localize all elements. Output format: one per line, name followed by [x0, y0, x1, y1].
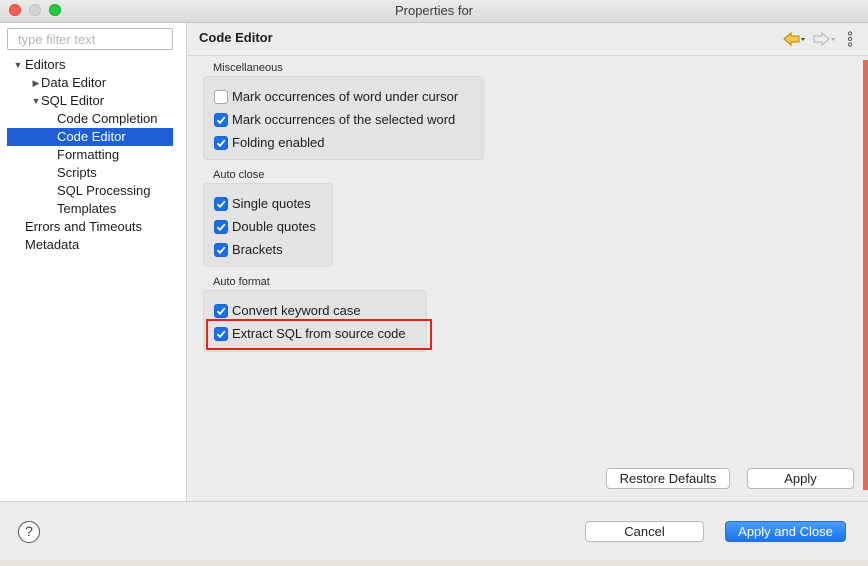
group-label-miscellaneous: Miscellaneous [213, 62, 283, 74]
back-button[interactable] [782, 30, 806, 48]
tree-item-metadata[interactable]: Metadata [7, 236, 173, 254]
tree-item-sql-processing[interactable]: SQL Processing [7, 182, 173, 200]
checkbox-label: Mark occurrences of the selected word [232, 112, 456, 127]
tree-item-label: Templates [57, 201, 117, 216]
apply-button[interactable]: Apply [747, 468, 854, 489]
header-divider [187, 55, 868, 56]
filter-input[interactable] [7, 28, 173, 50]
view-menu-icon [847, 31, 853, 47]
tree-item-code-editor[interactable]: Code Editor [7, 128, 173, 146]
tree-item-label: Code Editor [57, 129, 126, 144]
checkbox-checked-icon[interactable] [214, 220, 228, 234]
view-menu-button[interactable] [845, 30, 855, 48]
tree-item-label: Data Editor [41, 75, 107, 90]
tree-item-label: SQL Editor [41, 93, 105, 108]
background-window-bottom [0, 560, 868, 566]
dropdown-icon [831, 38, 835, 41]
tree-item-templates[interactable]: Templates [7, 200, 173, 218]
background-window-edge [863, 60, 868, 490]
checkbox-checked-icon[interactable] [214, 243, 228, 257]
expand-triangle-icon[interactable]: ▼ [13, 56, 23, 74]
collapse-triangle-icon[interactable]: ▶ [31, 74, 41, 92]
cancel-button[interactable]: Cancel [585, 521, 704, 542]
group-label-auto-format: Auto format [213, 276, 270, 288]
help-icon[interactable]: ? [18, 521, 40, 543]
checkbox-checked-icon[interactable] [214, 113, 228, 127]
checkbox-checked-icon[interactable] [214, 136, 228, 150]
tree-item-label: Code Completion [57, 111, 158, 126]
tree-item-code-completion[interactable]: Code Completion [7, 110, 173, 128]
tree-item-sql-editor[interactable]: ▼ SQL Editor [7, 92, 173, 110]
checkbox-label: Single quotes [232, 196, 311, 211]
checkbox-checked-icon[interactable] [214, 304, 228, 318]
page-title: Code Editor [199, 30, 273, 45]
expand-triangle-icon[interactable]: ▼ [31, 92, 41, 110]
preferences-tree-pane: ▼ Editors ▶ Data Editor ▼ SQL Editor Cod… [0, 23, 187, 501]
checkbox-label: Convert keyword case [232, 303, 361, 318]
apply-and-close-button[interactable]: Apply and Close [725, 521, 846, 542]
footer-divider [0, 501, 868, 502]
tree-item-errors-timeouts[interactable]: Errors and Timeouts [7, 218, 173, 236]
group-label-auto-close: Auto close [213, 169, 265, 181]
checkbox-label: Folding enabled [232, 135, 325, 150]
title-bar: Properties for [0, 0, 868, 23]
window-title: Properties for [394, 3, 474, 18]
tree-item-label: Editors [25, 57, 66, 72]
forward-button[interactable] [812, 30, 836, 48]
dropdown-icon [801, 38, 805, 41]
tree-item-label: Formatting [57, 147, 120, 162]
forward-arrow-icon [813, 31, 835, 47]
checkbox-label: Brackets [232, 242, 283, 257]
back-arrow-icon [783, 31, 805, 47]
checkbox-label: Mark occurrences of word under cursor [232, 89, 459, 104]
restore-defaults-button[interactable]: Restore Defaults [606, 468, 730, 489]
tree-item-editors[interactable]: ▼ Editors [7, 56, 173, 74]
tree-item-label: SQL Processing [57, 183, 151, 198]
tree-item-data-editor[interactable]: ▶ Data Editor [7, 74, 173, 92]
checkbox-checked-icon[interactable] [214, 197, 228, 211]
tree-item-label: Errors and Timeouts [25, 219, 143, 234]
checkbox-label: Double quotes [232, 219, 316, 234]
highlight-annotation-box [206, 319, 432, 350]
tree-item-scripts[interactable]: Scripts [7, 164, 173, 182]
tree-item-formatting[interactable]: Formatting [7, 146, 173, 164]
tree-item-label: Scripts [57, 165, 97, 180]
tree-item-label: Metadata [25, 237, 80, 252]
checkbox-unchecked-icon[interactable] [214, 90, 228, 104]
